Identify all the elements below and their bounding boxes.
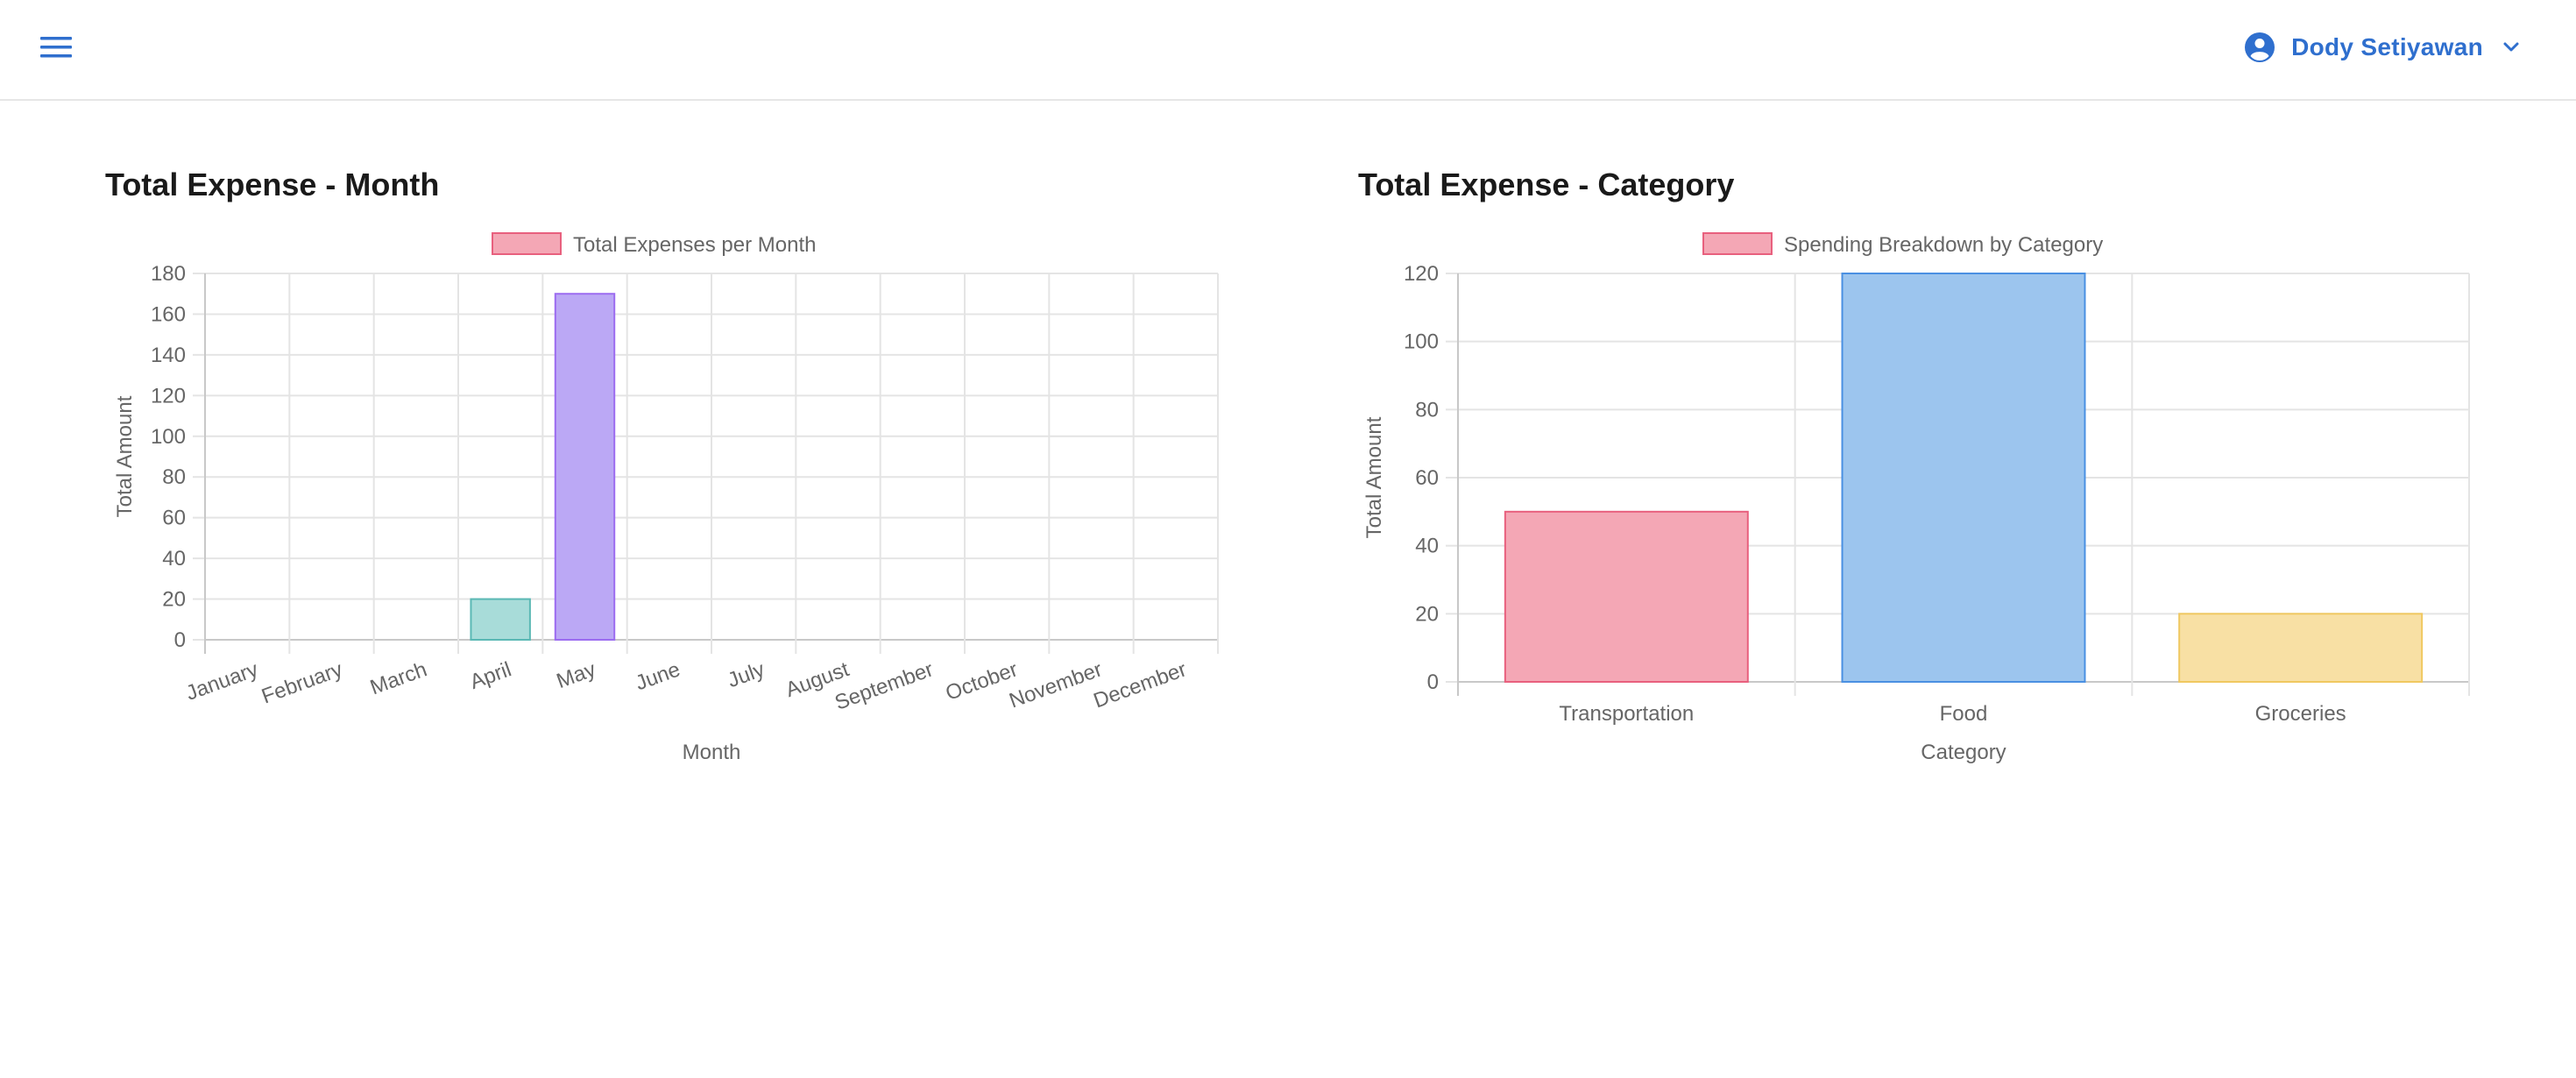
month-ytick-label: 120 (151, 384, 186, 408)
chevron-down-icon[interactable] (2499, 35, 2523, 60)
month-chart-title: Total Expense - Month (105, 167, 440, 202)
month-expense-panel: Total Expense - Month Total Expenses per… (105, 167, 1279, 780)
category-legend-swatch (1702, 232, 1773, 255)
month-ytick-label: 100 (151, 425, 186, 449)
month-ytick-label: 80 (162, 465, 186, 489)
category-bar-transportation (1504, 510, 1749, 684)
month-xtick-label: July (725, 657, 768, 692)
month-x-axis-title: Month (683, 741, 741, 764)
month-legend-swatch (492, 232, 562, 255)
category-expense-panel: Total Expense - Category Spending Breakd… (1358, 167, 2532, 780)
month-y-axis-title: Total Amount (113, 395, 137, 517)
category-y-axis-title: Total Amount (1362, 416, 1386, 538)
menu-button[interactable] (32, 23, 81, 72)
month-ytick-label: 180 (151, 262, 186, 286)
month-bar-may (554, 293, 616, 641)
month-xtick-label: November (1006, 657, 1105, 713)
month-xtick-label: December (1091, 657, 1190, 713)
month-xtick-label: January (183, 657, 261, 706)
category-xtick-label: Groceries (2255, 702, 2346, 726)
month-xtick-label: June (633, 657, 683, 695)
top-app-bar: Dody Setiyawan (0, 0, 2576, 101)
month-xtick-label: September (832, 657, 937, 715)
user-name: Dody Setiyawan (2291, 33, 2483, 60)
month-xtick-label: February (258, 657, 345, 708)
month-xtick-label: April (467, 657, 514, 694)
month-ytick-label: 40 (162, 547, 186, 571)
month-ytick-label: 160 (151, 302, 186, 326)
category-ytick-label: 0 (1427, 670, 1439, 694)
category-ytick-label: 60 (1415, 466, 1439, 490)
account-circle-icon (2245, 32, 2275, 62)
category-bar-food (1841, 273, 2086, 683)
category-bar-groceries (2178, 613, 2424, 684)
hamburger-menu-icon (40, 37, 72, 58)
category-expense-chart: Spending Breakdown by Category 0 20 40 60 80 1… (1362, 232, 2470, 764)
month-ytick-label: 20 (162, 588, 186, 612)
category-chart-title: Total Expense - Category (1358, 167, 1735, 202)
month-ytick-label: 0 (174, 628, 186, 652)
month-xtick-label: May (554, 657, 599, 693)
category-ytick-label: 40 (1415, 535, 1439, 558)
month-ytick-label: 60 (162, 507, 186, 530)
month-bar-april (470, 598, 531, 641)
category-ytick-label: 120 (1404, 262, 1439, 286)
category-ytick-label: 20 (1415, 602, 1439, 626)
category-legend-label: Spending Breakdown by Category (1784, 233, 2103, 257)
category-xtick-label: Food (1940, 702, 1988, 726)
month-xtick-label: March (367, 657, 430, 699)
category-ytick-label: 80 (1415, 398, 1439, 422)
month-legend-label: Total Expenses per Month (573, 233, 817, 257)
month-ytick-label: 140 (151, 344, 186, 367)
month-expense-chart: Total Expenses per Month 0 20 40 60 80 100 120 1… (113, 232, 1219, 764)
category-ytick-label: 100 (1404, 330, 1439, 354)
category-x-axis-title: Category (1921, 741, 2006, 764)
user-menu[interactable]: Dody Setiyawan (2244, 23, 2523, 72)
category-xtick-label: Transportation (1559, 702, 1694, 726)
